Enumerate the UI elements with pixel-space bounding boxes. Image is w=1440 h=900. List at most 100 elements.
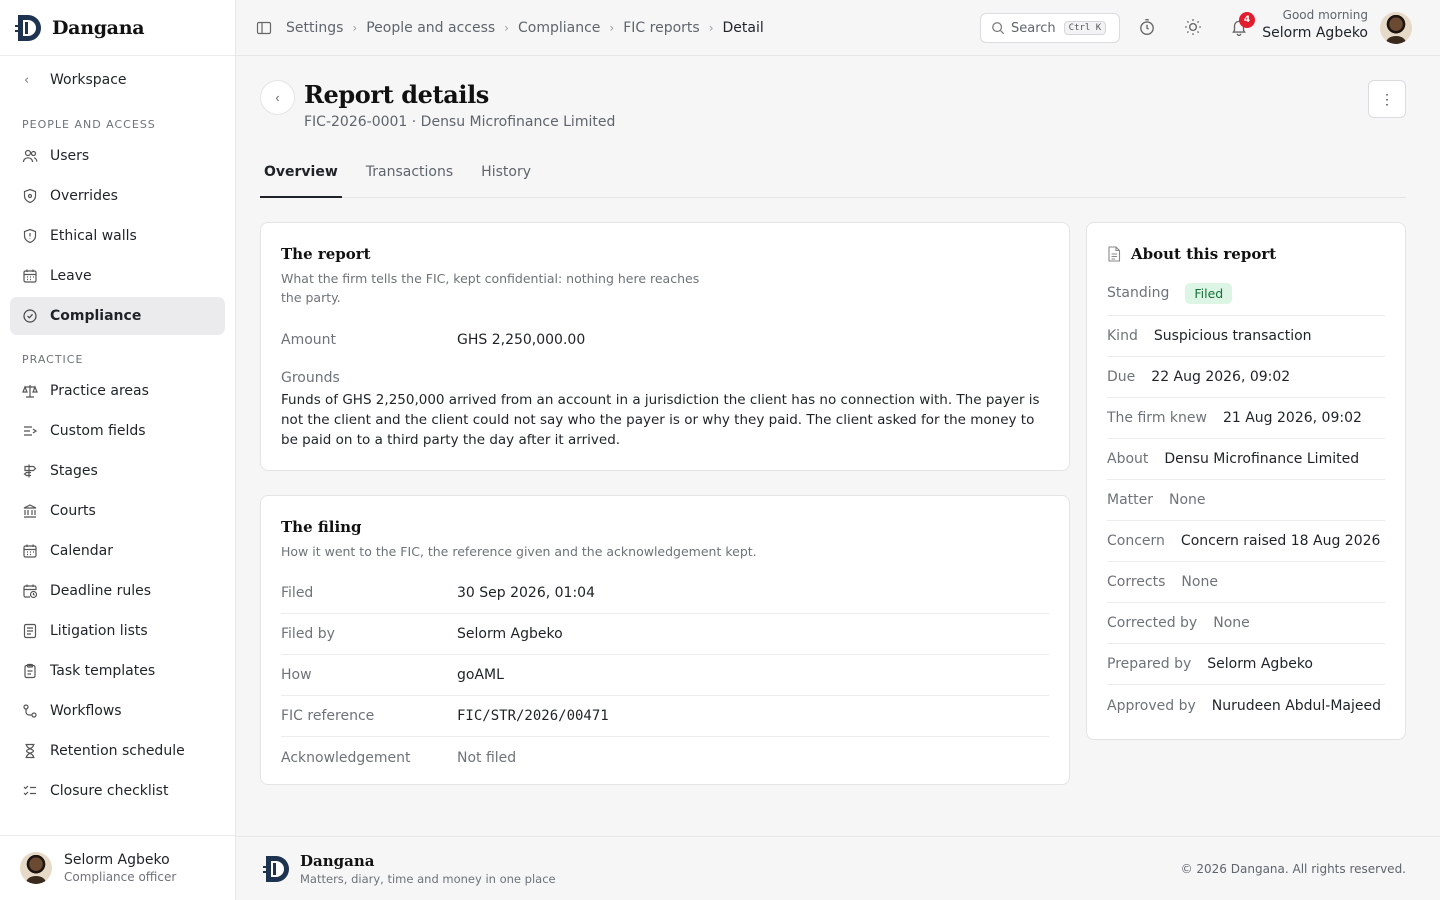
- filing-row-fic-reference: FIC reference FIC/STR/2026/00471: [281, 696, 1049, 737]
- chevron-right-icon: ›: [352, 20, 358, 35]
- workspace-back-link[interactable]: ‹ Workspace: [0, 60, 235, 100]
- sidebar-nav[interactable]: ‹ Workspace PEOPLE AND ACCESS Users Over…: [0, 56, 235, 835]
- sidebar-item-calendar[interactable]: Calendar: [10, 532, 225, 570]
- sidebar-item-custom-fields[interactable]: Custom fields: [10, 412, 225, 450]
- avatar[interactable]: [1380, 12, 1412, 44]
- report-amount-row: Amount GHS 2,250,000.00: [281, 319, 1049, 360]
- sidebar-item-label: Task templates: [50, 663, 156, 679]
- client-link[interactable]: Densu Microfinance Limited: [1164, 451, 1359, 467]
- footer: Dangana Matters, diary, time and money i…: [236, 836, 1440, 900]
- field-value: None: [1213, 615, 1250, 631]
- field-label: Filed: [281, 585, 314, 601]
- shield-icon: [23, 188, 37, 204]
- about-row-due: Due 22 Aug 2026, 09:02: [1107, 357, 1385, 398]
- sidebar-item-overrides[interactable]: Overrides: [10, 177, 225, 215]
- clipboard-icon: [24, 663, 36, 679]
- section-label-practice: PRACTICE: [22, 353, 84, 366]
- sun-icon[interactable]: [1184, 18, 1202, 36]
- about-row-standing: Standing Filed: [1107, 271, 1385, 316]
- sidebar-item-stages[interactable]: Stages: [10, 452, 225, 490]
- field-label: About: [1107, 451, 1149, 467]
- about-row-matter: Matter None: [1107, 480, 1385, 521]
- sidebar-item-label: Custom fields: [50, 423, 146, 439]
- tab-history[interactable]: History: [477, 154, 535, 198]
- chevron-right-icon: ›: [609, 20, 615, 35]
- sidebar-toggle-icon[interactable]: [256, 20, 272, 36]
- breadcrumb-detail: Detail: [722, 19, 764, 36]
- chevron-right-icon: ›: [504, 20, 509, 35]
- filing-row-acknowledgement: Acknowledgement Not filed: [281, 737, 1049, 778]
- more-actions-button[interactable]: ⋮: [1368, 80, 1406, 118]
- sidebar-item-litigation-lists[interactable]: Litigation lists: [10, 612, 225, 650]
- sidebar-item-courts[interactable]: Courts: [10, 492, 225, 530]
- workflow-icon: [23, 704, 37, 718]
- status-badge: Filed: [1185, 282, 1233, 304]
- greeting[interactable]: Good morning Selorm Agbeko: [1262, 8, 1368, 41]
- page-subtitle: FIC-2026-0001 · Densu Microfinance Limit…: [304, 114, 616, 130]
- concern-link[interactable]: Concern raised 18 Aug 2026: [1181, 533, 1381, 549]
- approved-by-link[interactable]: Nurudeen Abdul-Majeed: [1212, 698, 1381, 714]
- report-card-description: What the firm tells the FIC, kept confid…: [281, 271, 700, 305]
- breadcrumb-compliance[interactable]: Compliance: [518, 20, 600, 36]
- field-label: Filed by: [281, 626, 335, 642]
- field-label: Grounds: [281, 370, 340, 386]
- document-icon: [1108, 246, 1121, 262]
- search-button[interactable]: Search Ctrl K: [980, 13, 1120, 43]
- sidebar-user[interactable]: Selorm Agbeko Compliance officer: [0, 835, 235, 900]
- sidebar-item-ethical-walls[interactable]: Ethical walls: [10, 217, 225, 255]
- calendar-clock-icon: [23, 584, 38, 599]
- about-card: About this report Standing Filed Kind Su…: [1086, 222, 1406, 740]
- tab-overview[interactable]: Overview: [260, 154, 342, 198]
- breadcrumb-settings[interactable]: Settings: [286, 20, 343, 36]
- calendar-icon: [23, 269, 37, 283]
- field-value: None: [1181, 574, 1218, 590]
- filing-row-filed-by: Filed by Selorm Agbeko: [281, 614, 1049, 655]
- sidebar: Dangana ‹ Workspace PEOPLE AND ACCESS Us…: [0, 0, 236, 900]
- sidebar-item-label: Leave: [50, 268, 92, 284]
- sidebar-item-label: Users: [50, 148, 90, 164]
- sidebar-item-label: Overrides: [50, 188, 118, 204]
- tab-transactions[interactable]: Transactions: [362, 154, 457, 198]
- notification-badge: 4: [1239, 12, 1255, 28]
- about-row-corrected-by: Corrected by None: [1107, 603, 1385, 644]
- scales-icon: [22, 385, 38, 398]
- avatar: [20, 852, 52, 884]
- more-vertical-icon: ⋮: [1380, 90, 1394, 107]
- search-shortcut: Ctrl K: [1063, 21, 1107, 35]
- dangana-logo-icon: [263, 855, 289, 882]
- brand[interactable]: Dangana: [0, 0, 235, 56]
- breadcrumb-fic-reports[interactable]: FIC reports: [623, 20, 699, 36]
- dangana-logo-icon: [15, 14, 41, 41]
- prepared-by-link[interactable]: Selorm Agbeko: [1207, 656, 1313, 672]
- sidebar-item-task-templates[interactable]: Task templates: [10, 652, 225, 690]
- sidebar-item-leave[interactable]: Leave: [10, 257, 225, 295]
- sidebar-item-users[interactable]: Users: [10, 137, 225, 175]
- chevron-left-icon: ‹: [24, 72, 30, 88]
- sidebar-user-role: Compliance officer: [64, 870, 177, 884]
- field-value: 21 Aug 2026, 09:02: [1222, 410, 1362, 426]
- sidebar-item-deadline-rules[interactable]: Deadline rules: [10, 572, 225, 610]
- field-value: Not filed: [457, 749, 517, 766]
- sidebar-item-retention-schedule[interactable]: Retention schedule: [10, 732, 225, 770]
- shield-alert-icon: [23, 228, 37, 244]
- sidebar-item-compliance[interactable]: Compliance: [10, 297, 225, 335]
- chevron-right-icon: ›: [708, 20, 714, 35]
- sidebar-item-practice-areas[interactable]: Practice areas: [10, 372, 225, 410]
- filing-row-how: How goAML: [281, 655, 1049, 696]
- sidebar-item-label: Closure checklist: [50, 783, 169, 799]
- sidebar-item-label: Practice areas: [50, 383, 149, 399]
- list-icon: [23, 623, 37, 639]
- field-label: Corrected by: [1107, 615, 1198, 631]
- breadcrumb-people-and-access[interactable]: People and access: [366, 20, 495, 36]
- filed-by-link[interactable]: Selorm Agbeko: [457, 626, 563, 642]
- main-content: ‹ Report details FIC-2026-0001 · Densu M…: [236, 56, 1440, 836]
- footer-brand: Dangana: [300, 851, 375, 870]
- back-button[interactable]: ‹: [260, 80, 295, 115]
- field-value: Suspicious transaction: [1153, 328, 1312, 344]
- field-value: 30 Sep 2026, 01:04: [457, 585, 595, 601]
- timer-icon[interactable]: [1138, 18, 1156, 36]
- sidebar-item-closure-checklist[interactable]: Closure checklist: [10, 772, 225, 810]
- sidebar-item-workflows[interactable]: Workflows: [10, 692, 225, 730]
- workspace-back-label: Workspace: [50, 72, 127, 88]
- hourglass-icon: [25, 743, 35, 759]
